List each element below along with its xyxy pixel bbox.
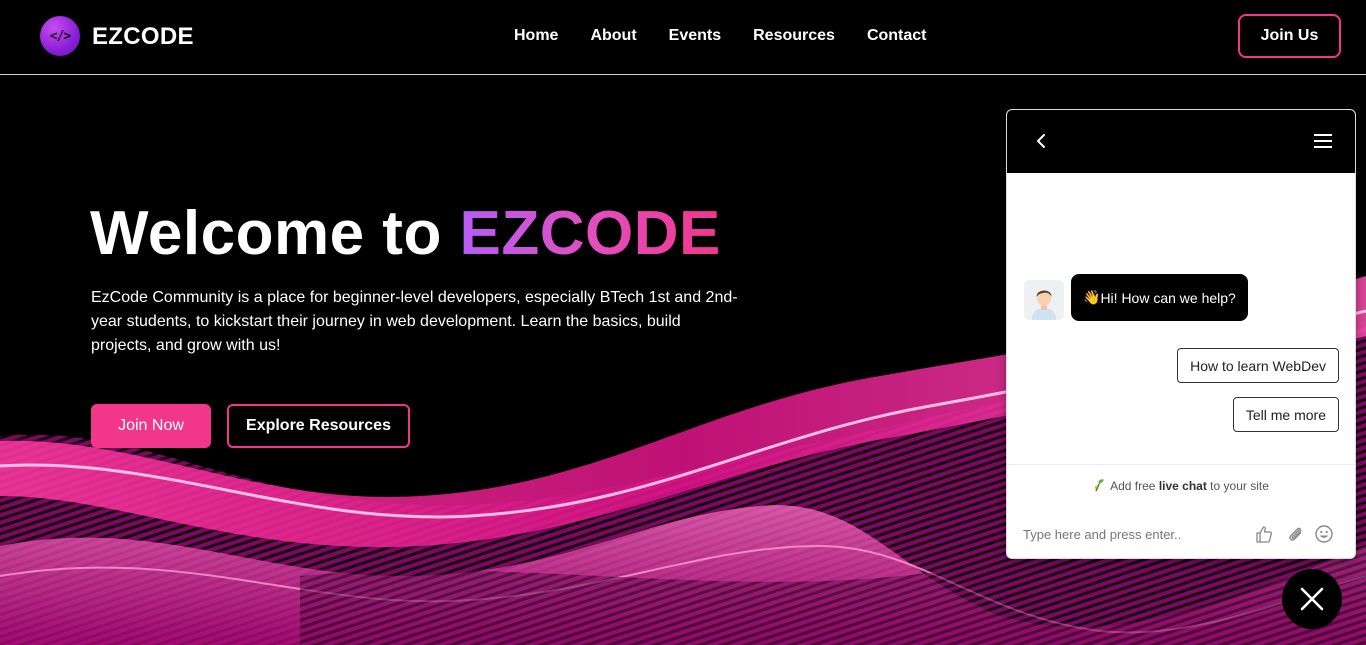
powered-bold: live chat	[1158, 479, 1207, 493]
nav-home[interactable]: Home	[514, 27, 558, 45]
navbar: </> EZCODE Home About Events Resources C…	[0, 0, 1366, 75]
agent-avatar	[1024, 280, 1064, 320]
greeting-text: Hi! How can we help?	[1100, 289, 1236, 306]
powered-suffix: to your site	[1206, 479, 1269, 493]
menu-icon[interactable]	[1313, 132, 1333, 150]
nav-resources[interactable]: Resources	[753, 27, 835, 45]
close-chat-button[interactable]	[1282, 569, 1342, 629]
nav-contact[interactable]: Contact	[867, 27, 927, 45]
join-now-button[interactable]: Join Now	[91, 404, 211, 448]
close-icon	[1300, 587, 1324, 611]
logo-icon[interactable]: </>	[40, 16, 80, 56]
brand-name[interactable]: EZCODE	[92, 23, 194, 51]
powered-prefix: Add free	[1110, 479, 1159, 493]
sprout-icon	[1095, 479, 1105, 492]
back-icon[interactable]	[1031, 130, 1051, 152]
hero-title: Welcome to EZCODE	[90, 198, 721, 269]
wave-icon: 👋	[1083, 289, 1101, 305]
main-menu: Home About Events Resources Contact	[514, 27, 927, 45]
greeting-bubble: 👋 Hi! How can we help?	[1071, 274, 1248, 321]
powered-by-link[interactable]: Add free live chat to your site	[1007, 478, 1355, 493]
emoji-icon[interactable]	[1314, 524, 1334, 544]
logo-glyph: </>	[49, 28, 72, 44]
nav-about[interactable]: About	[590, 27, 636, 45]
agent-avatar-icon	[1024, 280, 1064, 320]
quick-reply-learn-webdev[interactable]: How to learn WebDev	[1177, 348, 1339, 383]
nav-events[interactable]: Events	[669, 27, 721, 45]
join-us-button[interactable]: Join Us	[1238, 14, 1341, 58]
hero-description: EzCode Community is a place for beginner…	[91, 289, 738, 354]
quick-reply-tell-me-more[interactable]: Tell me more	[1232, 397, 1339, 432]
chat-message-input[interactable]	[1023, 522, 1243, 546]
hero-title-prefix: Welcome to	[90, 199, 460, 268]
thumbs-up-icon[interactable]	[1254, 524, 1274, 544]
hero-title-accent: EZCODE	[459, 199, 721, 268]
explore-resources-button[interactable]: Explore Resources	[227, 404, 410, 448]
chat-widget: 👋 Hi! How can we help? How to learn WebD…	[1006, 109, 1356, 559]
paperclip-icon[interactable]	[1285, 524, 1305, 544]
chat-header	[1007, 110, 1355, 173]
chat-divider	[1007, 464, 1355, 465]
